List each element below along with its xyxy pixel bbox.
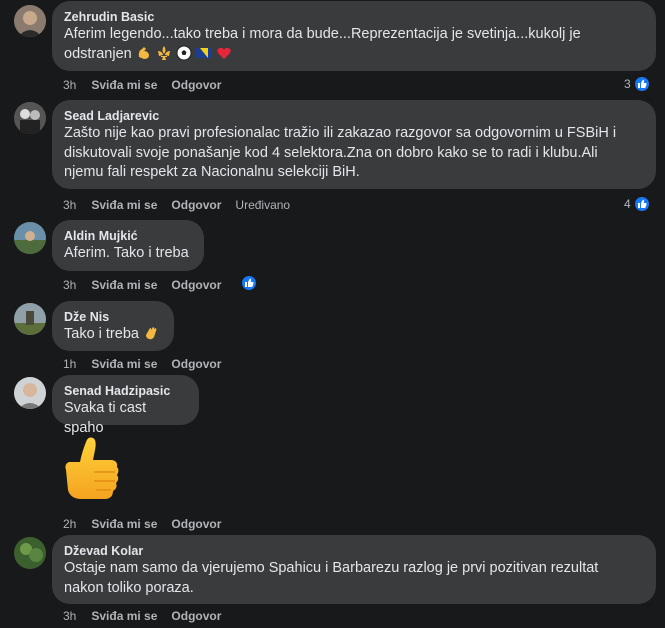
comment-timestamp[interactable]: 3h [63, 609, 76, 623]
comment-author[interactable]: Zehrudin Basic [64, 9, 644, 25]
fleur-de-lis-icon [156, 45, 172, 68]
reply-link[interactable]: Odgovor [171, 78, 221, 92]
like-link[interactable]: Sviđa mi se [91, 198, 157, 212]
comment-timestamp[interactable]: 3h [63, 78, 76, 92]
comment-text-line: Tako i treba [64, 325, 162, 348]
avatar[interactable] [14, 222, 46, 254]
comment-text: Tako i treba [64, 326, 139, 342]
reply-link[interactable]: Odgovor [171, 198, 221, 212]
like-link[interactable]: Sviđa mi se [91, 609, 157, 623]
comment-actions: 1h Sviđa mi se Odgovor [63, 357, 235, 371]
comment-timestamp[interactable]: 3h [63, 198, 76, 212]
comment-text-line: Ostaje nam samo da vjerujemo Spahicu i B… [64, 560, 599, 576]
comment: Senad Hadzipasic Svaka ti cast spaho 2h … [0, 375, 665, 535]
comment-author[interactable]: Sead Ladjarevic [64, 108, 644, 124]
comment-bubble: Aldin Mujkić Aferim. Tako i treba [52, 220, 204, 271]
thumbs-up-icon [632, 75, 651, 93]
reaction-badge[interactable] [238, 274, 258, 292]
comment-text: odstranjen [64, 45, 132, 62]
reaction-count-text: 4 [624, 197, 631, 211]
avatar[interactable] [14, 303, 46, 335]
comment: Aldin Mujkić Aferim. Tako i treba 3h Svi… [0, 215, 665, 295]
avatar[interactable] [14, 102, 46, 134]
thumbs-up-icon [632, 195, 651, 213]
comment-actions: 2h Sviđa mi se Odgovor [63, 517, 235, 531]
edited-label[interactable]: Uređivano [235, 198, 290, 212]
comment: Dževad Kolar Ostaje nam samo da vjerujem… [0, 535, 665, 628]
like-link[interactable]: Sviđa mi se [91, 517, 157, 531]
comment-author[interactable]: Senad Hadzipasic [64, 383, 187, 399]
avatar[interactable] [14, 377, 46, 409]
comment-bubble: Dže Nis Tako i treba [52, 301, 174, 351]
comment: Zehrudin Basic Aferim legendo...tako tre… [0, 0, 665, 95]
comment-actions: 3h Sviđa mi se Odgovor [63, 78, 235, 92]
thumbs-up-icon [240, 274, 258, 292]
avatar[interactable] [14, 5, 46, 37]
thumbs-up-icon [65, 437, 119, 499]
comment: Dže Nis Tako i treba 1h Sviđa mi se Odgo… [0, 295, 665, 375]
comment-text: Aferim. Tako i treba [64, 245, 189, 261]
comment-text-line: nakon toliko poraza. [64, 579, 194, 596]
soccer-ball-icon [176, 45, 192, 68]
comment-actions: 3h Sviđa mi se Odgovor [63, 278, 235, 292]
comment-bubble: Sead Ladjarevic Zašto nije kao pravi pro… [52, 100, 656, 189]
red-heart-icon [216, 45, 232, 68]
clapping-hands-icon [143, 325, 159, 348]
reaction-count[interactable]: 3 [624, 75, 651, 93]
comment-text-line: odstranjen [64, 45, 644, 68]
like-link[interactable]: Sviđa mi se [91, 357, 157, 371]
comment-text-line: Zašto nije kao pravi profesionalac traži… [64, 125, 617, 141]
comment-text-line: Aferim legendo...tako treba i mora da bu… [64, 26, 581, 42]
comment-timestamp[interactable]: 1h [63, 357, 76, 371]
comment-author[interactable]: Dže Nis [64, 309, 162, 325]
comment-actions: 3h Sviđa mi se Odgovor Uređivano [63, 198, 304, 212]
reaction-count[interactable]: 4 [624, 195, 651, 213]
thumbs-up-sticker[interactable] [60, 432, 122, 504]
flexed-biceps-icon [136, 45, 152, 68]
comment-author[interactable]: Dževad Kolar [64, 543, 644, 559]
reply-link[interactable]: Odgovor [171, 278, 221, 292]
comment-timestamp[interactable]: 2h [63, 517, 76, 531]
comment: Sead Ladjarevic Zašto nije kao pravi pro… [0, 95, 665, 215]
comment-timestamp[interactable]: 3h [63, 278, 76, 292]
comment-text-line: njemu fali respekt za Nacionalnu selekci… [64, 164, 360, 180]
comment-bubble: Senad Hadzipasic Svaka ti cast spaho [52, 375, 199, 436]
bosnia-flag-icon [195, 45, 212, 68]
reply-link[interactable]: Odgovor [171, 609, 221, 623]
reply-link[interactable]: Odgovor [171, 517, 221, 531]
avatar[interactable] [14, 537, 46, 569]
comment-text-line: diskutovali svoje ponašanje kod 4 selekt… [64, 144, 598, 161]
comment-bubble: Zehrudin Basic Aferim legendo...tako tre… [52, 1, 656, 71]
comment-author[interactable]: Aldin Mujkić [64, 228, 192, 244]
comment-bubble: Dževad Kolar Ostaje nam samo da vjerujem… [52, 535, 656, 604]
like-link[interactable]: Sviđa mi se [91, 78, 157, 92]
reaction-count-text: 3 [624, 77, 631, 91]
like-link[interactable]: Sviđa mi se [91, 278, 157, 292]
reply-link[interactable]: Odgovor [171, 357, 221, 371]
comment-actions: 3h Sviđa mi se Odgovor [63, 609, 235, 623]
